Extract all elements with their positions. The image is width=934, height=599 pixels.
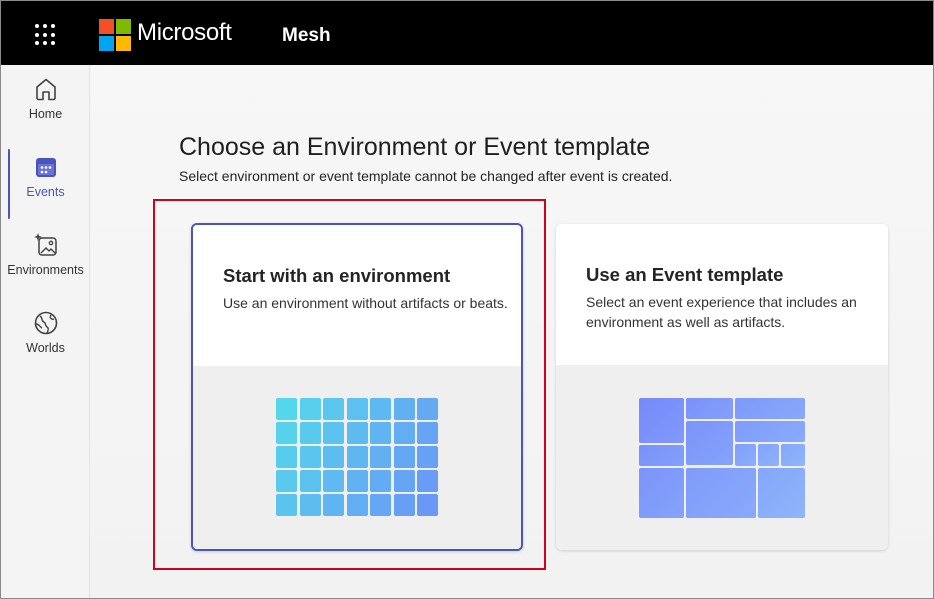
grid-tile [346,398,368,420]
layout-tile [639,468,684,518]
grid-tile [370,398,391,420]
rail-item-events[interactable]: Events [1,153,90,225]
grid-tile [393,398,415,420]
layout-tile [758,444,779,466]
card-use-event-template[interactable]: Use an Event template Select an event ex… [556,224,888,550]
grid-tile [323,398,344,420]
globe-icon [34,311,57,335]
layout-tile [686,421,733,465]
page-title: Choose an Environment or Event template [179,133,651,161]
grid-tile [370,422,391,444]
grid-tile [417,398,438,420]
grid-tile [393,494,415,516]
grid-tile [417,494,438,516]
layout-tile [686,468,756,518]
card-header: Use an Event template Select an event ex… [556,224,888,365]
home-icon [35,78,56,101]
grid-tile [370,470,391,492]
grid-tile [276,398,297,420]
grid-tile [393,446,415,468]
app-name[interactable]: Mesh [282,25,331,47]
grid-tile [346,422,368,444]
card-title: Start with an environment [223,265,451,286]
rail-label-worlds: Worlds [26,341,65,355]
card-header: Start with an environment Use an environ… [193,225,521,366]
template-layout-icon [639,398,805,518]
card-title: Use an Event template [586,264,784,285]
layout-tile [735,444,756,466]
rail-label-home: Home [28,107,63,121]
page-subtitle: Select environment or event template can… [179,168,673,184]
card-description: Use an environment without artifacts or … [223,295,508,311]
grid-tile [346,446,368,468]
microsoft-logo-icon [99,19,131,51]
grid-tile [299,446,321,468]
left-rail: Home Events Environments Worlds [1,65,90,598]
card-description: Select an event experience that includes… [586,294,857,330]
grid-tile [393,470,415,492]
app-window: Microsoft Mesh Home Events Environments … [0,0,934,599]
grid-tile [299,398,321,420]
grid-tile [370,446,391,468]
grid-tile [417,422,438,444]
card-start-with-environment[interactable]: Start with an environment Use an environ… [191,223,523,551]
grid-tile [323,422,344,444]
layout-tile [758,468,805,518]
rail-item-environments[interactable]: Environments [1,231,90,303]
layout-tile [735,398,805,419]
grid-tile [346,494,368,516]
card-illustration-area [556,365,888,550]
grid-tile [299,494,321,516]
grid-tile [276,470,297,492]
grid-tile [417,446,438,468]
grid-tile [323,494,344,516]
grid-tile [276,446,297,468]
card-illustration-area [193,366,521,549]
rail-item-worlds[interactable]: Worlds [1,309,90,381]
layout-tile [639,398,684,443]
rail-item-home[interactable]: Home [1,75,90,147]
grid-tile [323,446,344,468]
grid-tile [346,470,368,492]
rail-label-environments: Environments [7,263,84,277]
grid-tile [276,494,297,516]
grid-tile [417,470,438,492]
grid-tile [323,470,344,492]
grid-tile [276,422,297,444]
layout-tile [781,444,805,466]
layout-tile [735,421,805,442]
app-launcher-icon[interactable] [35,24,57,46]
layout-tile [686,398,733,419]
top-bar: Microsoft Mesh [1,1,933,65]
grid-tile [299,470,321,492]
rail-label-events: Events [26,185,65,199]
grid-tile [393,422,415,444]
image-sparkle-icon [33,233,57,256]
grid-tile [370,494,391,516]
grid-tile [299,422,321,444]
main-content: Choose an Environment or Event template … [91,65,933,598]
brand-name[interactable]: Microsoft [137,19,232,47]
layout-tile [639,445,684,466]
calendar-icon [35,158,56,177]
environment-grid-icon [276,398,442,518]
